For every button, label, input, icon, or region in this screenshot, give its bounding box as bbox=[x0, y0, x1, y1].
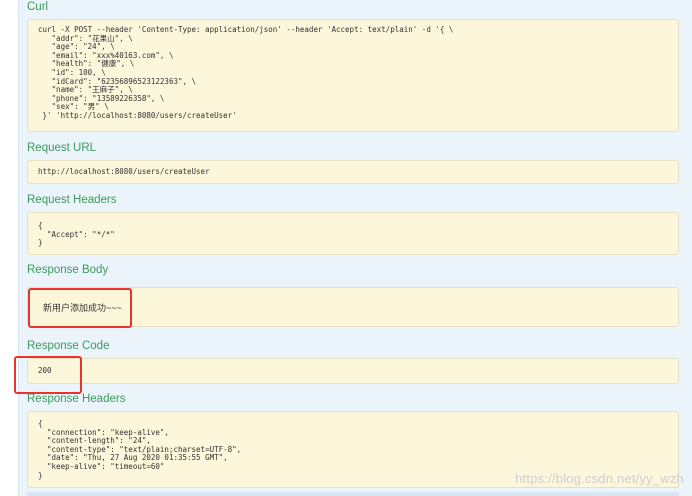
watermark-text: https://blog.csdn.net/yy_wzh bbox=[515, 471, 684, 486]
response-panel: Curl curl -X POST --header 'Content-Type… bbox=[18, 0, 692, 496]
request-url-box: http://localhost:8080/users/createUser bbox=[27, 160, 679, 184]
response-body-box: 新用户添加成功~~~ bbox=[27, 287, 679, 327]
response-headers-title: Response Headers bbox=[27, 393, 126, 405]
curl-command-text: curl -X POST --header 'Content-Type: app… bbox=[38, 25, 454, 120]
request-url-title: Request URL bbox=[27, 142, 97, 154]
request-url-text: http://localhost:8080/users/createUser bbox=[38, 167, 210, 176]
response-body-title: Response Body bbox=[27, 264, 109, 276]
request-headers-text: { "Accept": "*/*" } bbox=[38, 221, 115, 248]
response-code-title: Response Code bbox=[27, 340, 110, 352]
response-body-text: 新用户添加成功~~~ bbox=[43, 303, 122, 313]
response-code-box: 200 bbox=[27, 358, 679, 384]
request-headers-title: Request Headers bbox=[27, 194, 117, 206]
response-code-text: 200 bbox=[38, 366, 52, 375]
curl-title: Curl bbox=[27, 1, 49, 13]
curl-command-box: curl -X POST --header 'Content-Type: app… bbox=[27, 19, 679, 132]
panel-bottom-border bbox=[27, 492, 679, 496]
request-headers-box: { "Accept": "*/*" } bbox=[27, 212, 679, 255]
